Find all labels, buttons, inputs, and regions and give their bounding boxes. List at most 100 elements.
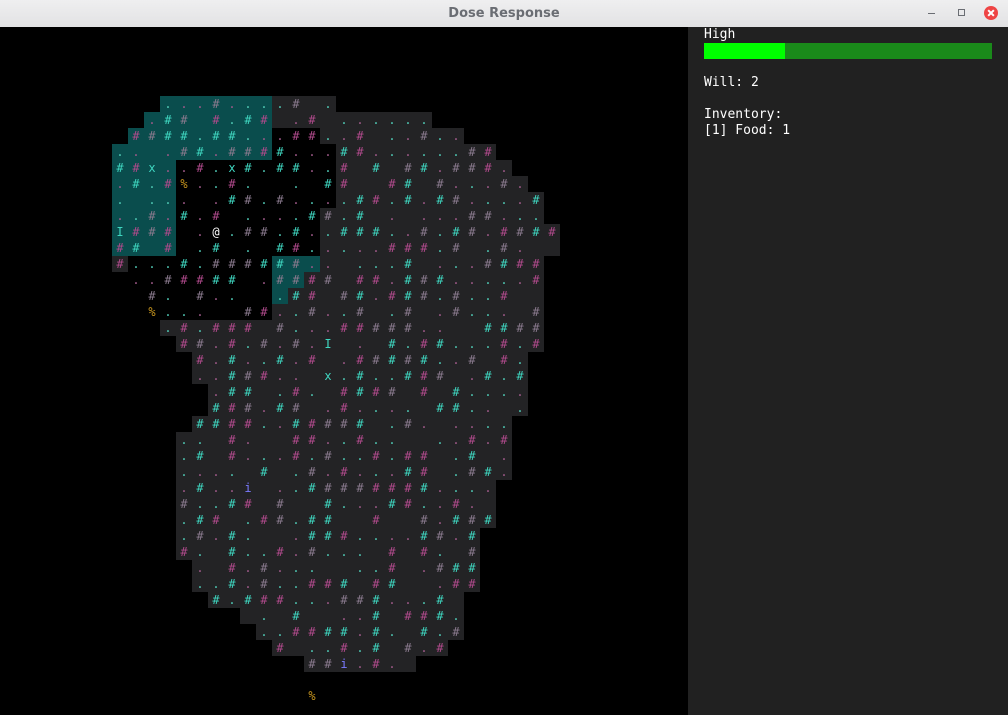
tree-tile: #	[464, 544, 480, 560]
tree-tile: #	[288, 128, 304, 144]
floor-tile: .	[128, 208, 144, 224]
floor-tile: .	[480, 336, 496, 352]
dose-bar	[704, 43, 992, 59]
floor-tile: .	[512, 352, 528, 368]
floor-tile: .	[384, 416, 400, 432]
floor-tile: .	[368, 400, 384, 416]
tree-tile: #	[320, 272, 336, 288]
empty-tile	[288, 496, 304, 512]
tree-tile: #	[304, 112, 320, 128]
empty-tile	[224, 240, 240, 256]
floor-tile: .	[288, 368, 304, 384]
tree-tile: #	[352, 128, 368, 144]
empty-tile	[480, 496, 496, 512]
tree-tile: #	[240, 320, 256, 336]
floor-tile: .	[448, 128, 464, 144]
tree-tile: #	[304, 208, 320, 224]
empty-tile	[304, 496, 320, 512]
tree-tile: #	[272, 160, 288, 176]
floor-tile: .	[384, 432, 400, 448]
floor-tile: .	[432, 144, 448, 160]
floor-tile: .	[448, 352, 464, 368]
tree-tile: #	[256, 368, 272, 384]
empty-tile	[464, 240, 480, 256]
tree-tile: #	[384, 336, 400, 352]
floor-tile: .	[144, 192, 160, 208]
tree-tile: #	[144, 128, 160, 144]
floor-tile: .	[352, 400, 368, 416]
tree-tile: #	[208, 416, 224, 432]
floor-tile: .	[512, 192, 528, 208]
empty-tile	[256, 288, 272, 304]
floor-tile: .	[256, 192, 272, 208]
tree-tile: #	[352, 384, 368, 400]
tree-tile: #	[240, 496, 256, 512]
floor-tile: .	[256, 96, 272, 112]
floor-tile: .	[384, 400, 400, 416]
floor-tile: .	[480, 432, 496, 448]
window-title: Dose Response	[448, 6, 560, 21]
tree-tile: #	[208, 592, 224, 608]
tree-tile: #	[288, 448, 304, 464]
floor-tile: .	[288, 512, 304, 528]
floor-tile: .	[496, 192, 512, 208]
game-map[interactable]: ... #.... #.. # # #. # #. #...... # # # #. # #... # #.. #…	[0, 27, 688, 715]
tree-tile: #	[192, 480, 208, 496]
floor-tile: .	[384, 272, 400, 288]
tree-tile: #	[352, 272, 368, 288]
tree-tile: #	[496, 176, 512, 192]
floor-tile: .	[352, 640, 368, 656]
tree-tile: #	[352, 320, 368, 336]
tree-tile: #	[320, 512, 336, 528]
tree-tile: #	[192, 144, 208, 160]
floor-tile: .	[192, 224, 208, 240]
tree-tile: #	[160, 128, 176, 144]
floor-tile: .	[496, 304, 512, 320]
close-icon[interactable]	[984, 6, 998, 20]
tree-tile: #	[512, 368, 528, 384]
tree-tile: #	[400, 640, 416, 656]
floor-tile: .	[272, 288, 288, 304]
tree-tile: #	[256, 336, 272, 352]
tree-tile: #	[176, 272, 192, 288]
floor-tile: .	[144, 256, 160, 272]
floor-tile: .	[176, 528, 192, 544]
maximize-icon[interactable]	[954, 6, 968, 20]
floor-tile: .	[432, 624, 448, 640]
tree-tile: #	[320, 480, 336, 496]
tree-tile: #	[224, 544, 240, 560]
floor-tile: .	[192, 208, 208, 224]
floor-tile: .	[304, 240, 320, 256]
floor-tile: .	[384, 624, 400, 640]
floor-tile: .	[224, 96, 240, 112]
tree-tile: #	[384, 576, 400, 592]
empty-tile	[416, 400, 432, 416]
tree-tile: #	[128, 128, 144, 144]
floor-tile: .	[336, 192, 352, 208]
tree-tile: #	[496, 320, 512, 336]
floor-tile: .	[400, 112, 416, 128]
tree-tile: #	[288, 272, 304, 288]
floor-tile: .	[144, 272, 160, 288]
floor-tile: .	[240, 336, 256, 352]
floor-tile: .	[352, 560, 368, 576]
empty-tile	[208, 448, 224, 464]
tree-tile: #	[224, 528, 240, 544]
tree-tile: #	[288, 288, 304, 304]
tree-tile: #	[400, 464, 416, 480]
tree-tile: #	[336, 176, 352, 192]
tree-tile: #	[400, 160, 416, 176]
floor-tile: .	[384, 464, 400, 480]
tree-tile: #	[288, 240, 304, 256]
tree-tile: #	[208, 256, 224, 272]
minimize-icon[interactable]	[925, 6, 939, 20]
floor-tile: .	[320, 160, 336, 176]
tree-tile: #	[240, 192, 256, 208]
tree-tile: #	[256, 560, 272, 576]
floor-tile: .	[432, 160, 448, 176]
floor-tile: .	[416, 560, 432, 576]
floor-tile: .	[512, 240, 528, 256]
tree-tile: #	[384, 496, 400, 512]
inventory-item[interactable]: [1] Food: 1	[704, 123, 790, 139]
floor-tile: .	[272, 624, 288, 640]
